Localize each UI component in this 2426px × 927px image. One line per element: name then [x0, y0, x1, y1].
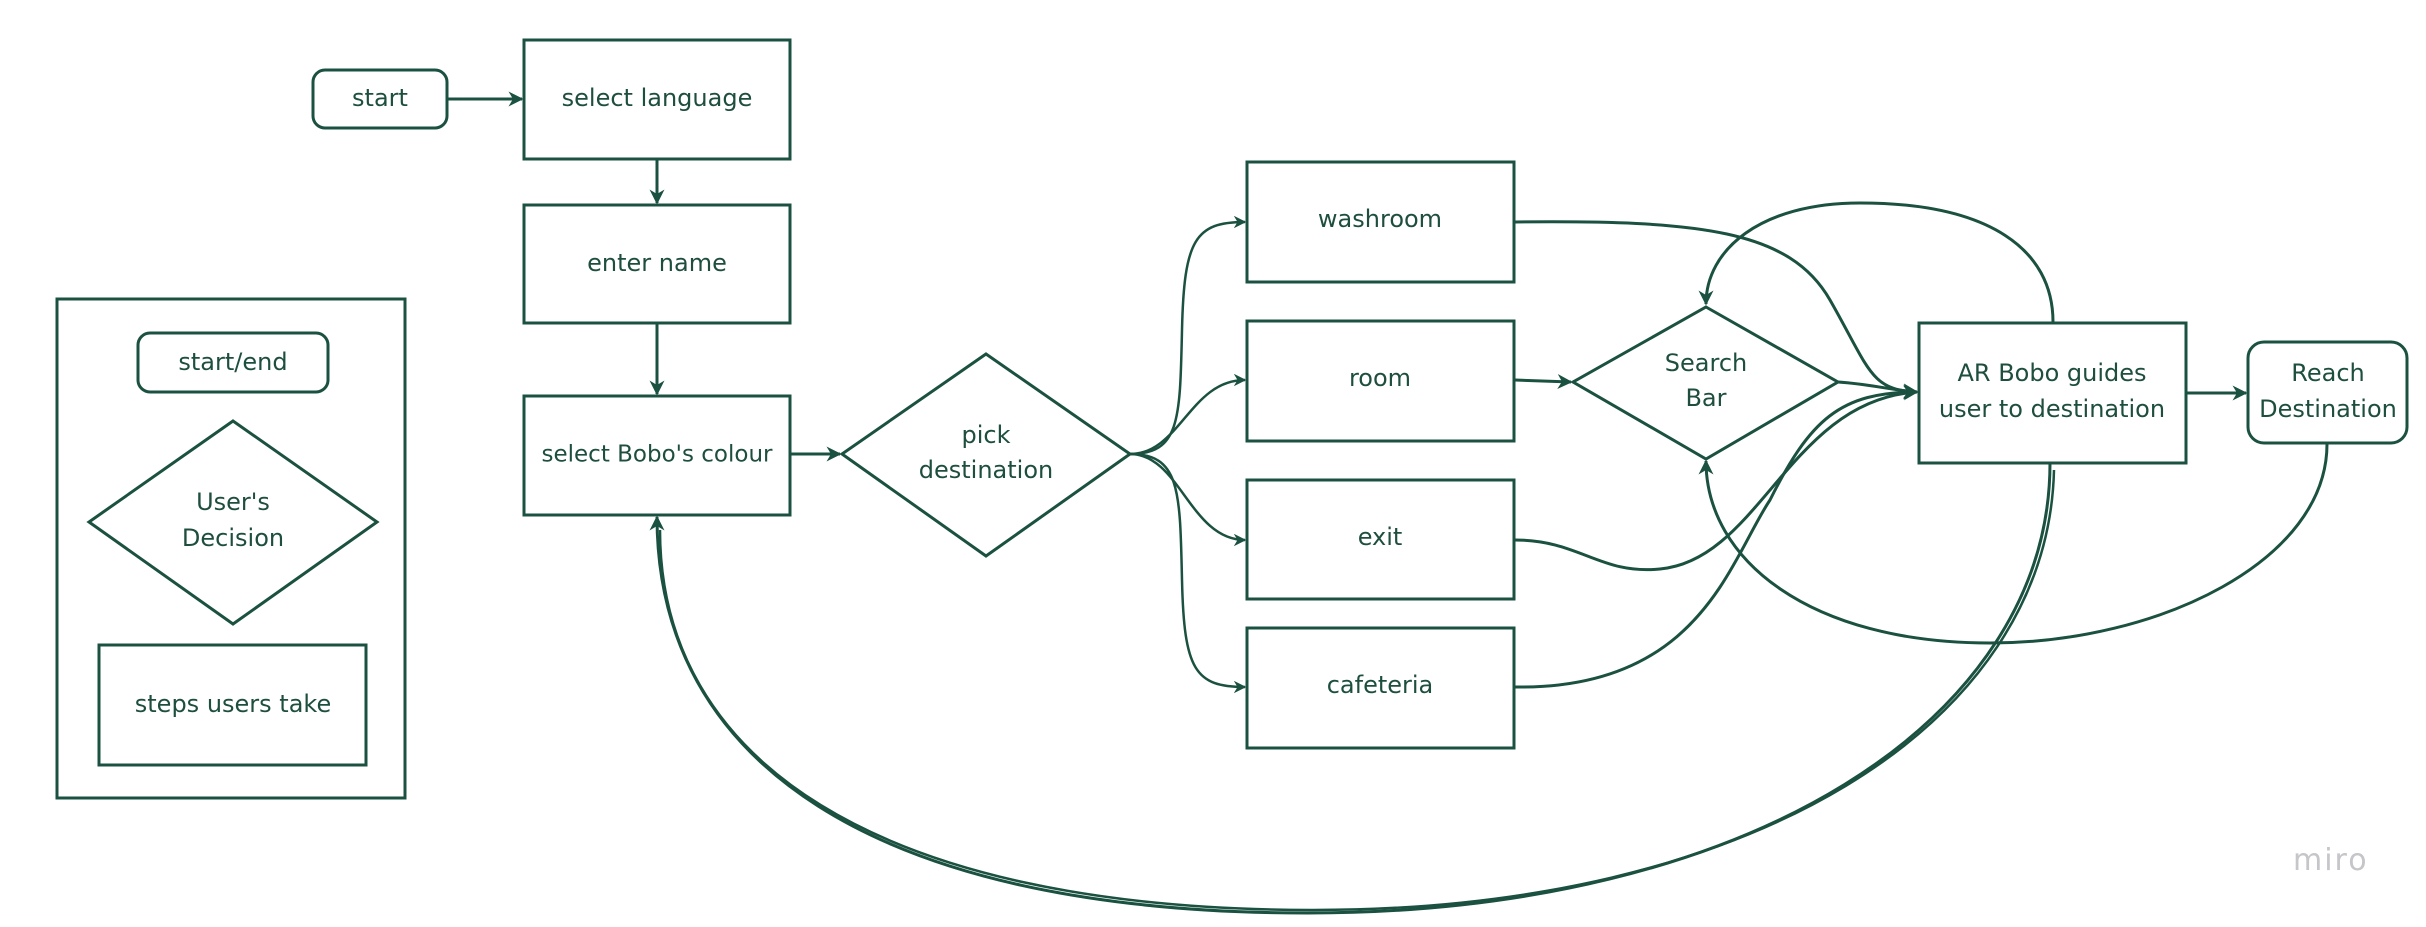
legend-step-label: steps users take — [135, 690, 331, 718]
edge-pick-destination-to-cafeteria[interactable] — [1129, 452, 1247, 694]
ar-guide-label-line1: AR Bobo guides — [1957, 359, 2146, 387]
search-bar-label-line1: Search — [1665, 349, 1747, 377]
search-bar-label-line2: Bar — [1685, 384, 1726, 412]
ar-guide-shape — [1917, 321, 2188, 465]
edge-room-to-search-bar[interactable] — [1514, 374, 1573, 390]
node-reach-destination[interactable]: Reach Destination — [2246, 340, 2409, 445]
cafeteria-label: cafeteria — [1327, 671, 1434, 699]
room-label: room — [1349, 364, 1411, 392]
legend: start/end User's Decision steps users ta… — [55, 297, 407, 800]
legend-start-end-label: start/end — [178, 348, 287, 376]
miro-watermark-logo: miro — [2293, 843, 2369, 878]
washroom-label: washroom — [1318, 205, 1442, 233]
node-start[interactable]: start — [311, 68, 449, 130]
ar-guide-label-line2: user to destination — [1939, 395, 2165, 423]
node-pick-destination[interactable]: pick destination — [839, 352, 1133, 558]
legend-decision-shape — [86, 419, 380, 626]
edge-ar-guide-to-search-bar-loop[interactable] — [1698, 201, 2055, 323]
node-washroom[interactable]: washroom — [1245, 160, 1516, 284]
edge-pick-destination-to-room[interactable] — [1129, 373, 1247, 456]
edge-pick-destination-to-exit[interactable] — [1129, 452, 1247, 547]
edge-pick-destination-to-washroom[interactable] — [1129, 215, 1247, 456]
reach-destination-label-line1: Reach — [2291, 359, 2364, 387]
reach-destination-label-line2: Destination — [2259, 395, 2397, 423]
flowchart-canvas: start/end User's Decision steps users ta… — [55, 38, 2409, 915]
exit-label: exit — [1358, 523, 1403, 551]
search-bar-shape — [1569, 305, 1842, 461]
node-ar-guide[interactable]: AR Bobo guides user to destination — [1917, 321, 2188, 465]
edge-search-bar-to-ar-guide[interactable] — [1837, 380, 1919, 399]
pick-destination-label-line2: destination — [919, 456, 1053, 484]
reach-destination-shape — [2246, 340, 2409, 445]
legend-decision-label-line2: Decision — [182, 524, 284, 552]
node-select-language[interactable]: select language — [522, 38, 792, 161]
legend-start-end[interactable]: start/end — [136, 331, 330, 394]
pick-destination-label-line1: pick — [962, 421, 1011, 449]
select-colour-label: select Bobo's colour — [542, 442, 774, 468]
select-language-label: select language — [562, 84, 753, 112]
node-enter-name[interactable]: enter name — [522, 203, 792, 325]
legend-step[interactable]: steps users take — [97, 643, 368, 767]
node-select-colour[interactable]: select Bobo's colour — [522, 394, 792, 517]
node-cafeteria[interactable]: cafeteria — [1245, 626, 1516, 750]
legend-decision-label-line1: User's — [196, 488, 270, 516]
node-room[interactable]: room — [1245, 319, 1516, 443]
legend-decision[interactable]: User's Decision — [86, 419, 380, 626]
enter-name-label: enter name — [587, 249, 727, 277]
start-label: start — [352, 84, 408, 112]
node-exit[interactable]: exit — [1245, 478, 1516, 601]
node-search-bar[interactable]: Search Bar — [1569, 305, 1842, 461]
pick-destination-shape — [839, 352, 1133, 558]
